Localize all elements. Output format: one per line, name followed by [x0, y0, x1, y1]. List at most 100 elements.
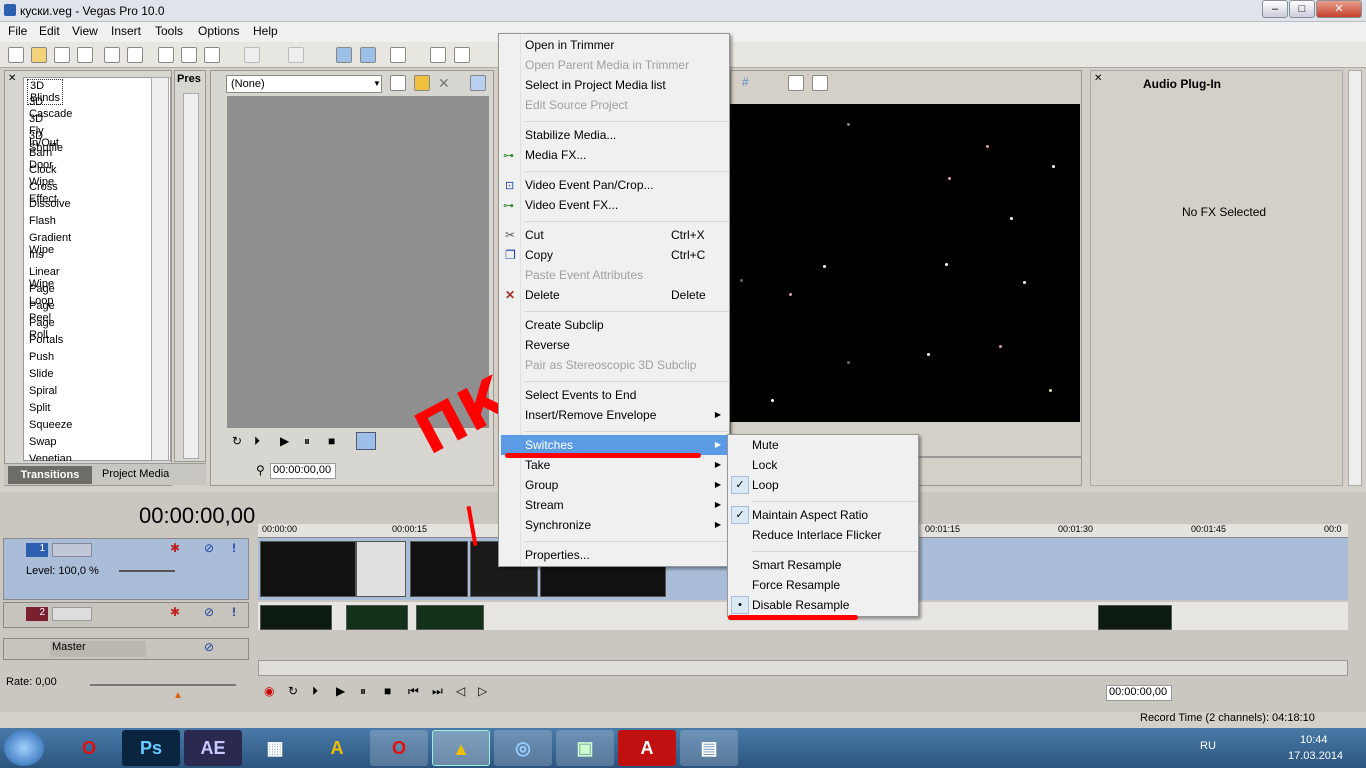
menu-item-stabilize-media[interactable]: Stabilize Media...: [525, 128, 616, 142]
menu-item-cut[interactable]: Cut: [525, 228, 544, 242]
copy-icon[interactable]: [181, 47, 197, 63]
menu-item-reduce-interlace-flicker[interactable]: Reduce Interlace Flicker: [752, 528, 881, 542]
menu-item-switches[interactable]: Switches: [525, 438, 573, 452]
go-to-end-icon[interactable]: ⏭: [432, 684, 443, 699]
record-icon[interactable]: ◉: [264, 684, 274, 698]
loop-icon[interactable]: ↻: [288, 684, 298, 698]
trim-mode-icon[interactable]: [356, 432, 376, 450]
menu-item-take[interactable]: Take: [525, 458, 550, 472]
close-icon[interactable]: ✕: [8, 73, 16, 84]
panel-scrollbar[interactable]: [1348, 70, 1362, 486]
menu-item-select-events-to-end[interactable]: Select Events to End: [525, 388, 636, 402]
transitions-scrollbar[interactable]: [151, 77, 169, 461]
monitor-icon[interactable]: ▣: [556, 730, 614, 766]
trimmer-media-dropdown[interactable]: (None): [226, 75, 382, 93]
list-item[interactable]: Dissolve: [29, 198, 71, 210]
list-item[interactable]: Spiral: [29, 385, 57, 397]
trimmer-timecode[interactable]: 00:00:00,00: [270, 463, 336, 479]
redo-icon[interactable]: [288, 47, 304, 63]
menu-item-copy[interactable]: Copy: [525, 248, 553, 262]
next-frame-icon[interactable]: ▷: [478, 684, 487, 698]
list-item[interactable]: Iris: [29, 249, 44, 261]
menu-item-edit-source-project[interactable]: Edit Source Project: [525, 98, 628, 112]
after-effects-icon[interactable]: AE: [184, 730, 242, 766]
tab-project-media[interactable]: Project Media: [102, 468, 172, 480]
pause-icon[interactable]: ⏸: [304, 434, 310, 449]
paste-icon[interactable]: [204, 47, 220, 63]
list-item[interactable]: Portals: [29, 334, 63, 346]
menu-item-pair-stereoscopic[interactable]: Pair as Stereoscopic 3D Subclip: [525, 358, 696, 372]
new-icon[interactable]: [8, 47, 24, 63]
stop-icon[interactable]: ■: [384, 684, 391, 698]
menu-item-loop[interactable]: Loop: [752, 478, 779, 492]
video-event[interactable]: [1098, 605, 1172, 630]
list-item[interactable]: Venetian Blinds: [29, 453, 72, 461]
fx-icon[interactable]: ✱: [170, 541, 180, 555]
menu-item-video-event-fx[interactable]: Video Event FX...: [525, 198, 618, 212]
menu-item-mute[interactable]: Mute: [752, 438, 779, 452]
menu-item-create-subclip[interactable]: Create Subclip: [525, 318, 604, 332]
menu-item-stream[interactable]: Stream: [525, 498, 564, 512]
solo-icon[interactable]: !: [232, 605, 236, 619]
video-event[interactable]: [416, 605, 484, 630]
close-icon[interactable]: ✕: [438, 75, 450, 92]
maximize-button[interactable]: □: [1289, 0, 1315, 18]
undo-icon[interactable]: [244, 47, 260, 63]
adobe-icon[interactable]: A: [618, 730, 676, 766]
play-from-start-icon[interactable]: ⏵: [312, 684, 318, 699]
menu-item-disable-resample[interactable]: Disable Resample: [752, 598, 849, 612]
menu-item-smart-resample[interactable]: Smart Resample: [752, 558, 841, 572]
play-from-start-icon[interactable]: ⏵: [254, 434, 260, 449]
mute-icon[interactable]: ⊘: [204, 541, 214, 555]
video-event[interactable]: [260, 541, 356, 597]
track-name-field[interactable]: [52, 607, 92, 621]
lock-envelopes-icon[interactable]: [454, 47, 470, 63]
loop-icon[interactable]: ↻: [232, 434, 242, 448]
fx-icon[interactable]: ✱: [170, 605, 180, 619]
save-as-icon[interactable]: [77, 47, 93, 63]
pause-icon[interactable]: ⏸: [360, 684, 366, 699]
menu-item-insert-remove-envelope[interactable]: Insert/Remove Envelope: [525, 408, 656, 422]
menu-file[interactable]: File: [8, 24, 27, 38]
master-bus-header[interactable]: Master ⊘: [3, 638, 249, 660]
list-item[interactable]: Squeeze: [29, 419, 72, 431]
cursor-timecode[interactable]: 00:00:00,00: [1106, 685, 1172, 701]
language-indicator[interactable]: RU: [1200, 740, 1216, 752]
video-event[interactable]: [356, 541, 406, 597]
track-header-1[interactable]: 1 ✱ ⊘ ! Level: 100,0 %: [3, 538, 249, 600]
menu-item-maintain-aspect-ratio[interactable]: Maintain Aspect Ratio: [752, 508, 868, 522]
mute-icon[interactable]: ⊘: [204, 605, 214, 619]
list-item[interactable]: Split: [29, 402, 50, 414]
menu-item-pan-crop[interactable]: Video Event Pan/Crop...: [525, 178, 654, 192]
menu-view[interactable]: View: [72, 24, 98, 38]
media-properties-icon[interactable]: [390, 75, 406, 91]
opera-icon[interactable]: O: [60, 730, 118, 766]
menu-options[interactable]: Options: [198, 24, 239, 38]
play-icon[interactable]: ▶: [336, 684, 345, 698]
rate-slider[interactable]: [90, 684, 236, 686]
menu-insert[interactable]: Insert: [111, 24, 141, 38]
clock-date[interactable]: 17.03.2014: [1288, 750, 1343, 762]
photoshop-icon[interactable]: Ps: [122, 730, 180, 766]
minimize-button[interactable]: –: [1262, 0, 1288, 18]
normal-edit-tool-icon[interactable]: [336, 47, 352, 63]
play-icon[interactable]: ▶: [280, 434, 289, 448]
snapping-icon[interactable]: [390, 47, 406, 63]
menu-tools[interactable]: Tools: [155, 24, 183, 38]
menu-item-properties[interactable]: Properties...: [525, 548, 590, 562]
render-icon[interactable]: [104, 47, 120, 63]
list-item[interactable]: Swap: [29, 436, 57, 448]
menu-item-reverse[interactable]: Reverse: [525, 338, 570, 352]
menu-item-synchronize[interactable]: Synchronize: [525, 518, 591, 532]
save-snapshot-icon[interactable]: [812, 75, 828, 91]
track-header-2[interactable]: 2 ✱ ⊘ !: [3, 602, 249, 628]
menu-item-open-in-trimmer[interactable]: Open in Trimmer: [525, 38, 614, 52]
menu-item-open-parent-media[interactable]: Open Parent Media in Trimmer: [525, 58, 689, 72]
trimmer-display-icon[interactable]: [470, 75, 486, 91]
vegas-icon[interactable]: ◎: [494, 730, 552, 766]
properties-icon[interactable]: [127, 47, 143, 63]
menu-item-paste-event-attributes[interactable]: Paste Event Attributes: [525, 268, 643, 282]
close-button[interactable]: ✕: [1316, 0, 1362, 18]
aimp-window-icon[interactable]: ▲: [432, 730, 490, 766]
menu-item-media-fx[interactable]: Media FX...: [525, 148, 586, 162]
